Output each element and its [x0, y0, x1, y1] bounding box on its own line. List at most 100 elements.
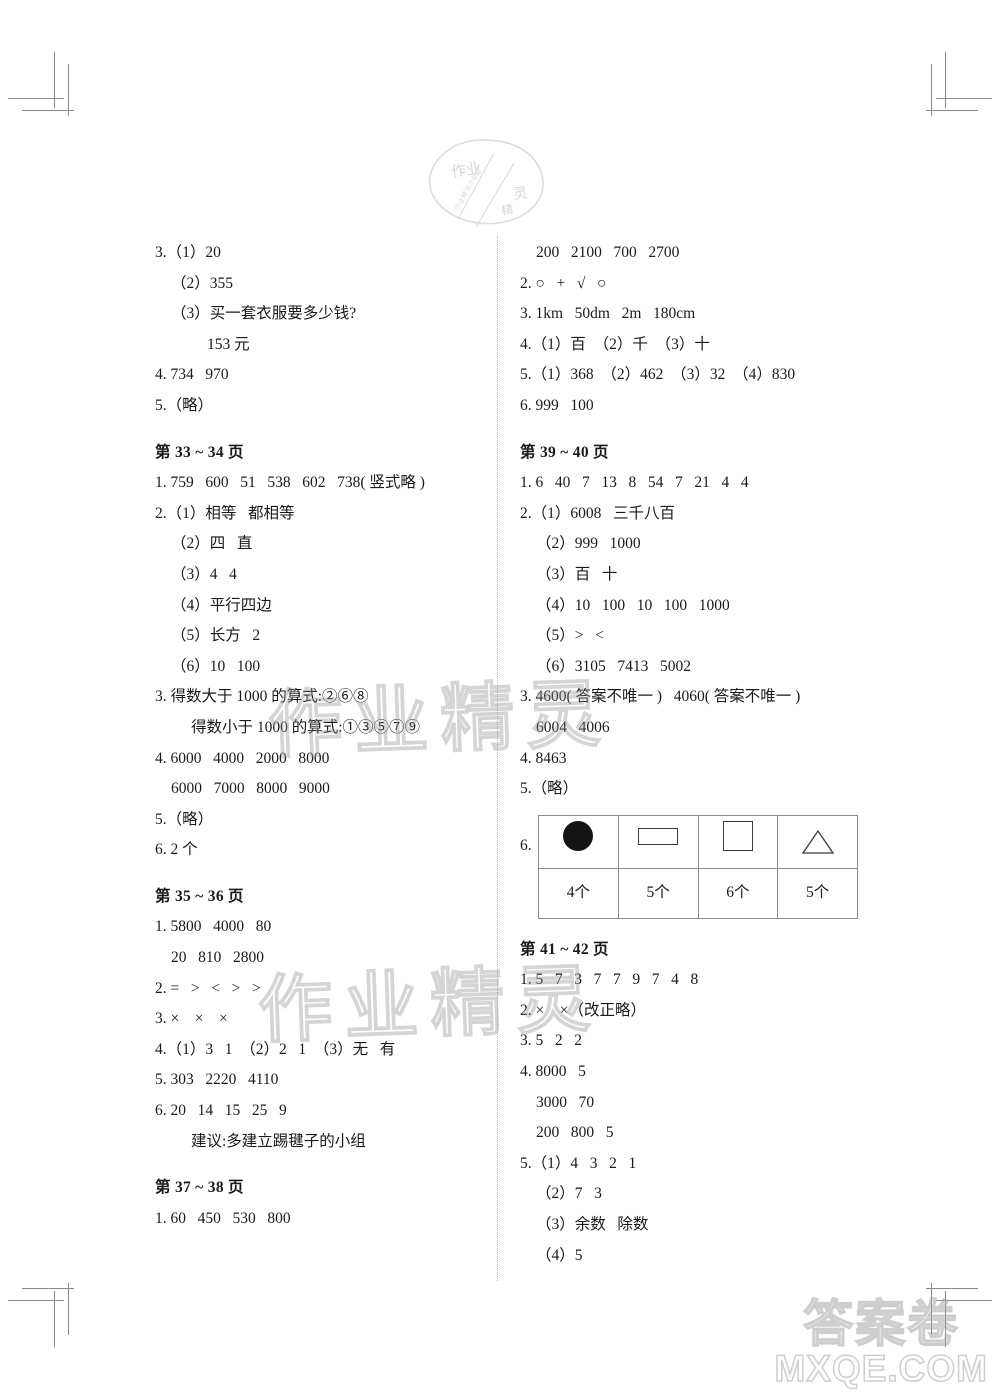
answer-line: （2）7 3	[536, 1185, 602, 1203]
right-column: 200 2100 700 2700 2. ○ + √ ○ 3. 1km 50dm…	[520, 238, 870, 1271]
answer-line: （2）999 1000	[536, 535, 641, 553]
answer-line: 1. 60 450 530 800	[155, 1209, 291, 1227]
answer-line: 4. 8000 5	[520, 1063, 586, 1081]
answer-line: 6. 999 100	[520, 396, 594, 414]
page-range-heading: 第 33 ~ 34 页	[155, 443, 244, 461]
page-range-heading: 第 39 ~ 40 页	[520, 443, 609, 461]
answer-line: 6004 4006	[536, 718, 610, 736]
crop-mark-top-left	[8, 52, 74, 116]
answer-line: （3）买一套衣服要多少钱?	[171, 305, 357, 323]
answer-line: 3. × × ×	[155, 1010, 228, 1028]
answer-line: 2.（1）6008 三千八百	[520, 504, 676, 522]
watermark-corner: 答案卷 MXQE.COM	[774, 1295, 988, 1390]
answer-line: 200 2100 700 2700	[536, 244, 680, 261]
answer-line: 153 元	[207, 335, 250, 353]
watermark-corner-cn: 答案卷	[802, 1295, 960, 1352]
answer-line: 5.（略）	[155, 810, 214, 828]
answer-line: 5.（略）	[520, 780, 579, 798]
answer-block: 第 37 ~ 38 页 1. 60 450 530 800	[155, 1173, 475, 1234]
answer-line: 2. ○ + √ ○	[520, 274, 607, 292]
answer-line: 2.（1）相等 都相等	[155, 504, 295, 522]
answer-block: 第 41 ~ 42 页 1. 5 7 3 7 7 9 7 4 8 2. × ×（…	[520, 935, 870, 1272]
answer-line: 5.（略）	[155, 396, 214, 414]
answer-line: 5.（1）4 3 2 1	[520, 1154, 637, 1172]
answer-block: 第 33 ~ 34 页 1. 759 600 51 538 602 738( 竖…	[155, 438, 475, 866]
answer-line: 4.（1）3 1 （2）2 1 （3）无 有	[155, 1040, 396, 1058]
answer-line: 3. 5 2 2	[520, 1032, 582, 1050]
shape-cell-circle	[538, 814, 619, 869]
seal-stamp-icon: 作业 灵 作业精灵小助手 精	[428, 139, 544, 227]
table-row: 4个 5个 6个 5个	[538, 867, 858, 919]
answer-line: 200 800 5	[536, 1124, 614, 1142]
column-divider	[497, 236, 498, 1281]
answer-line: 1. 759 600 51 538 602 738( 竖式略 )	[155, 474, 425, 492]
answer-line: 5. 303 2220 4110	[155, 1071, 279, 1089]
svg-text:作业精灵小助手: 作业精灵小助手	[452, 165, 484, 212]
page-range-heading: 第 37 ~ 38 页	[155, 1179, 244, 1197]
shape-cell-square	[697, 814, 779, 869]
answer-line: （6）3105 7413 5002	[536, 657, 692, 675]
answer-line: （3）百 十	[536, 565, 618, 583]
answer-line: 5.（1）368 （2）462 （3）32 （4）830	[520, 366, 796, 384]
answer-line: 6. 20 14 15 25 9	[155, 1102, 287, 1120]
answer-line: （5）> <	[536, 627, 604, 645]
answer-block: 200 2100 700 2700 2. ○ + √ ○ 3. 1km 50dm…	[520, 238, 870, 422]
answer-line: 得数小于 1000 的算式:①③⑤⑦⑨	[191, 718, 421, 736]
answer-line: 2. = > < > >	[155, 979, 261, 997]
answer-line: （3）余数 除数	[536, 1216, 649, 1234]
answer-line: 3000 70	[536, 1093, 595, 1111]
left-column: 3.（1）20 （2）355 （3）买一套衣服要多少钱? 153 元 4. 73…	[155, 238, 475, 1234]
answer-line: 6000 7000 8000 9000	[171, 780, 330, 798]
answer-block: 第 39 ~ 40 页 1. 6 40 7 13 8 54 7 21 4 4 2…	[520, 438, 870, 919]
answer-line: （3）4 4	[171, 565, 237, 583]
page-range-heading: 第 35 ~ 36 页	[155, 887, 244, 905]
answer-line: 4. 734 970	[155, 366, 229, 384]
filled-circle-icon	[563, 820, 594, 851]
count-cell-square: 6个	[697, 867, 779, 919]
square-icon	[722, 820, 753, 851]
answer-line: 3.（1）20	[155, 244, 221, 261]
crop-mark-bottom-right	[926, 1283, 992, 1347]
shape-count-table-wrapper: 6. 4个 5个 6个 5个	[520, 814, 870, 919]
answer-line: 1. 5 7 3 7 7 9 7 4 8	[520, 971, 699, 989]
answer-line: （4）10 100 10 100 1000	[536, 596, 730, 614]
answer-line: （5）长方 2	[171, 627, 261, 645]
answer-line: （2）355	[171, 274, 234, 292]
answer-line: 3. 1km 50dm 2m 180cm	[520, 305, 696, 323]
crop-mark-top-right	[926, 52, 992, 116]
page-range-heading: 第 41 ~ 42 页	[520, 940, 609, 958]
crop-mark-bottom-left	[8, 1283, 74, 1347]
answer-line: （4）5	[536, 1246, 583, 1264]
answer-key-page: 作业 灵 作业精灵小助手 精 3.（1）20 （2）355 （3）买一套衣服要多…	[0, 0, 1000, 1399]
answer-block: 3.（1）20 （2）355 （3）买一套衣服要多少钱? 153 元 4. 73…	[155, 238, 475, 422]
count-cell-triangle: 5个	[777, 867, 858, 919]
table-row	[538, 814, 858, 869]
shape-cell-triangle	[777, 814, 858, 869]
answer-line: 4.（1）百 （2）千 （3）十	[520, 335, 710, 353]
answer-line: 3. 得数大于 1000 的算式:②⑥⑧	[155, 688, 369, 706]
shape-cell-rectangle	[617, 814, 699, 869]
svg-text:灵: 灵	[512, 186, 528, 203]
answer-line: 建议:多建立踢毽子的小组	[191, 1132, 366, 1150]
count-cell-rectangle: 5个	[617, 867, 699, 919]
answer-line: （4）平行四边	[171, 596, 272, 614]
answer-line: 4. 6000 4000 2000 8000	[155, 749, 330, 767]
answer-block: 第 35 ~ 36 页 1. 5800 4000 80 20 810 2800 …	[155, 882, 475, 1157]
rectangle-icon	[638, 828, 679, 846]
triangle-icon	[801, 829, 834, 854]
answer-line: 1. 6 40 7 13 8 54 7 21 4 4	[520, 474, 749, 492]
answer-line: 3. 4600( 答案不唯一 ) 4060( 答案不唯一 )	[520, 688, 801, 706]
question-number: 6.	[520, 836, 532, 854]
answer-line: 20 810 2800	[171, 949, 264, 967]
svg-text:精: 精	[500, 202, 514, 218]
shape-count-table: 4个 5个 6个 5个	[538, 814, 858, 919]
svg-text:作业: 作业	[450, 160, 482, 181]
answer-line: （6）10 100	[171, 657, 261, 675]
answer-line: 6. 2 个	[155, 841, 198, 859]
answer-line: 2. × ×（改正略）	[520, 1001, 646, 1019]
count-cell-circle: 4个	[538, 867, 619, 919]
answer-line: 1. 5800 4000 80	[155, 918, 272, 936]
answer-line: 4. 8463	[520, 749, 567, 767]
answer-line: （2）四 直	[171, 535, 253, 553]
watermark-corner-domain: MXQE.COM	[774, 1348, 988, 1390]
